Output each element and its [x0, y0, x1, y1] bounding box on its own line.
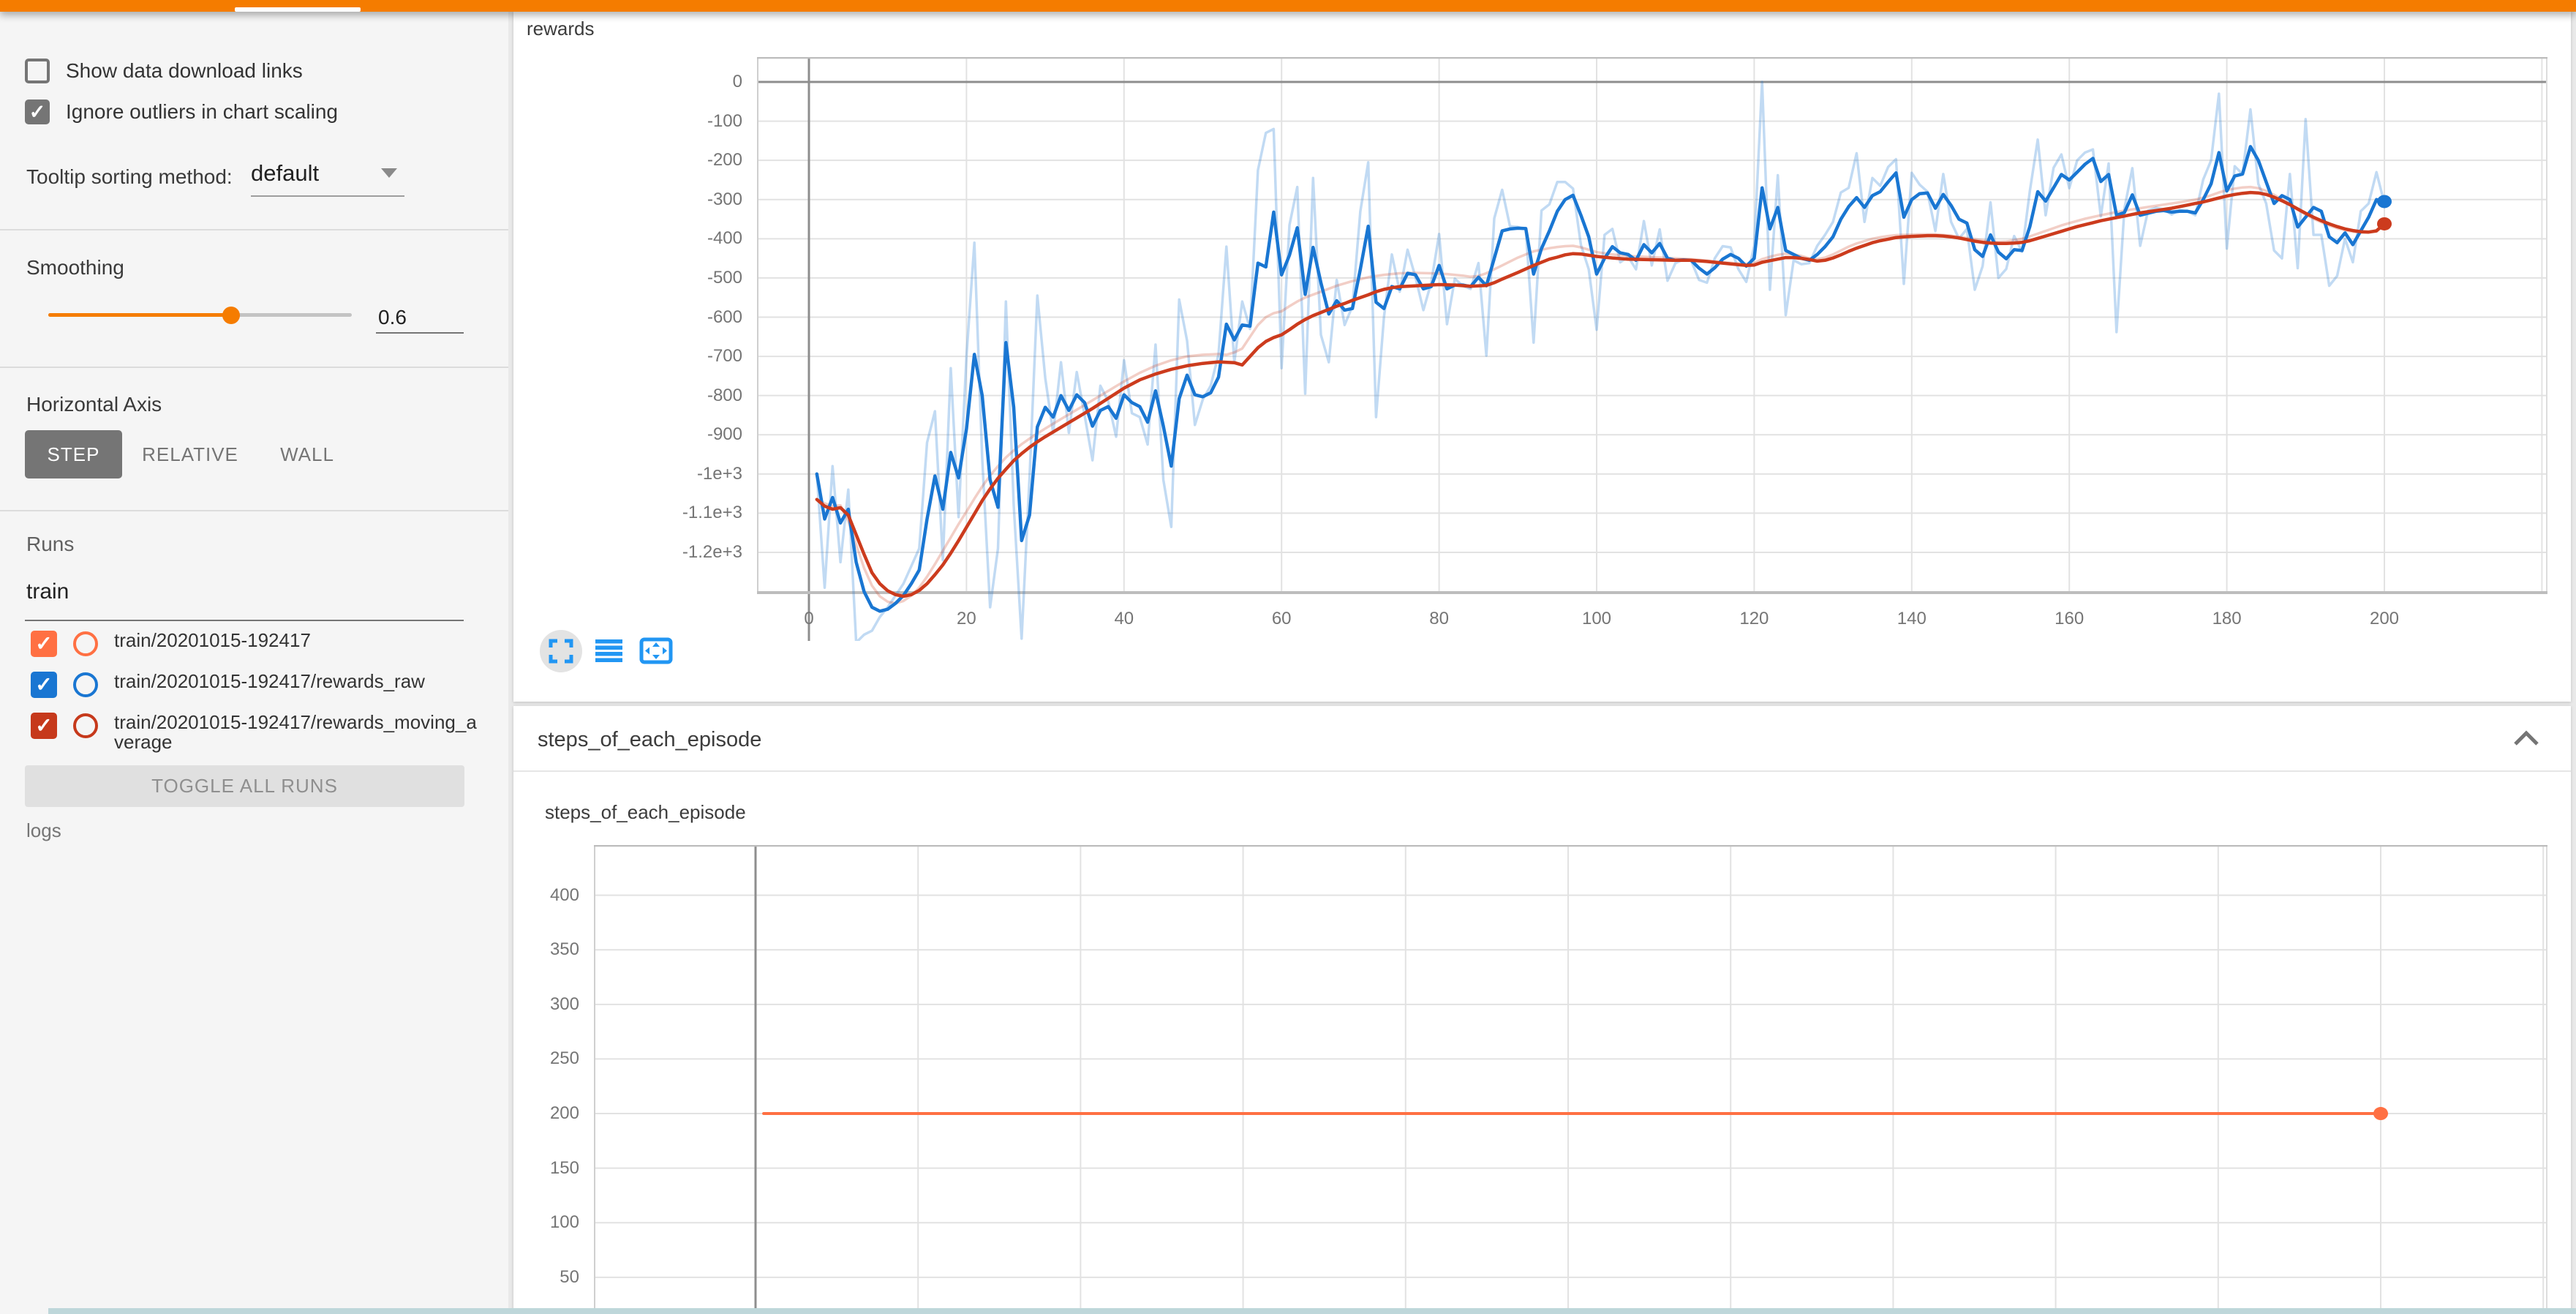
run-list-item: ✓ train/20201015-192417/rewards_raw: [31, 672, 483, 698]
tooltip-sorting-dropdown[interactable]: default: [251, 160, 319, 187]
collapse-section-button[interactable]: [2512, 729, 2541, 751]
option-label: Show data download links: [66, 59, 303, 83]
haxis-button-step[interactable]: STEP: [25, 430, 122, 478]
option-label: Ignore outliers in chart scaling: [66, 100, 338, 124]
checkmark-icon: ✓: [29, 102, 46, 122]
run-checkbox[interactable]: ✓: [31, 672, 57, 698]
smoothing-label: Smoothing: [26, 256, 124, 279]
rewards-chart-title: rewards: [527, 18, 594, 40]
settings-sidebar: Show data download links ✓ Ignore outliers…: [0, 12, 508, 1314]
steps-section-title: steps_of_each_episode: [538, 728, 761, 752]
steps-section-card: steps_of_each_episode steps_of_each_epis…: [513, 706, 2571, 1314]
smoothing-value-input[interactable]: 0.6: [378, 306, 407, 329]
option-row: Show data download links: [25, 58, 303, 84]
run-filter-input[interactable]: train: [26, 579, 69, 604]
haxis-button-relative[interactable]: RELATIVE: [149, 430, 231, 478]
dropdown-caret-icon[interactable]: [381, 168, 397, 178]
run-filter-underline: [25, 620, 464, 621]
run-checkbox[interactable]: ✓: [31, 713, 57, 739]
run-name-label: train/20201015-192417: [114, 631, 483, 650]
run-name-label: train/20201015-192417/rewards_raw: [114, 672, 483, 691]
smoothing-value-underline: [376, 332, 464, 334]
fullscreen-icon: [549, 639, 573, 664]
section-divider: [513, 770, 2571, 772]
runs-label: Runs: [26, 533, 74, 556]
dropdown-underline: [251, 195, 404, 197]
active-tab-indicator: [235, 7, 361, 12]
run-color-swatch[interactable]: [73, 672, 98, 697]
checkmark-icon: ✓: [35, 634, 52, 654]
run-color-swatch[interactable]: [73, 631, 98, 656]
chevron-up-icon: [2512, 729, 2541, 747]
divider: [0, 510, 508, 511]
top-toolbar: [0, 0, 2576, 12]
smoothing-slider-fill: [48, 313, 231, 317]
run-list-item: ✓ train/20201015-192417: [31, 631, 483, 657]
haxis-button-wall[interactable]: WALL: [283, 430, 331, 478]
checkmark-icon: ✓: [35, 716, 52, 736]
horizontal-axis-label: Horizontal Axis: [26, 393, 162, 416]
checkmark-icon: ✓: [35, 675, 52, 695]
checked-checkbox[interactable]: ✓: [25, 100, 50, 124]
divider: [0, 229, 508, 230]
divider: [0, 367, 508, 368]
run-list-item: ✓ train/20201015-192417/rewards_moving_av…: [31, 713, 483, 752]
unchecked-checkbox[interactable]: [25, 59, 50, 83]
rewards-chart-card: rewards: [513, 12, 2571, 702]
run-checkbox[interactable]: ✓: [31, 631, 57, 657]
smoothing-slider-thumb[interactable]: [222, 307, 240, 324]
run-color-swatch[interactable]: [73, 713, 98, 738]
steps-chart-title: steps_of_each_episode: [545, 801, 746, 824]
fit-domain-icon: [639, 637, 673, 664]
option-row: ✓ Ignore outliers in chart scaling: [25, 99, 338, 125]
horizontal-lines-icon: [595, 639, 622, 662]
run-name-label: train/20201015-192417/rewards_moving_ave…: [114, 713, 483, 752]
bottom-edge-strip: [48, 1308, 2576, 1314]
toggle-all-runs-button[interactable]: TOGGLE ALL RUNS: [25, 765, 464, 807]
runs-group-logs-label: logs: [26, 819, 61, 842]
tooltip-sorting-label: Tooltip sorting method:: [26, 165, 233, 189]
expand-chart-button[interactable]: [540, 630, 582, 672]
fit-domain-button[interactable]: [639, 637, 673, 664]
toggle-line-view-button[interactable]: [595, 639, 622, 662]
